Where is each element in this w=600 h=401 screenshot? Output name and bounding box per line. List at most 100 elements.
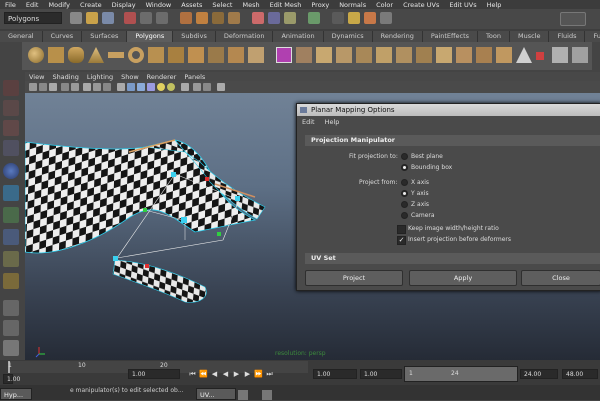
dialog-title-bar[interactable]: Planar Mapping Options [297,104,600,116]
menu-modify[interactable]: Modify [43,1,75,9]
range-start-field[interactable]: 1.00 [313,369,357,379]
best-plane-radio[interactable] [401,153,408,160]
last-tool-used-icon[interactable] [3,273,19,289]
tab-animation[interactable]: Animation [273,31,324,42]
automatic-mapping-icon[interactable] [336,47,352,63]
menu-create[interactable]: Create [75,1,107,9]
image-plane-icon[interactable] [61,83,69,91]
tab-curves[interactable]: Curves [42,31,83,42]
face-mask-icon[interactable] [212,12,224,24]
input-line-field[interactable] [560,12,586,26]
ipr-render-icon[interactable] [364,12,376,24]
camera-radio[interactable] [401,212,408,219]
universal-manipulator-icon[interactable] [3,207,19,223]
new-scene-icon[interactable] [70,12,82,24]
edge-mask-icon[interactable] [196,12,208,24]
outliner-layout-icon[interactable] [3,340,19,356]
step-back-frame-icon[interactable]: ◀ [210,370,219,379]
scale-tool-icon[interactable] [3,185,19,201]
four-view-layout-icon[interactable] [3,320,19,336]
extrude-icon[interactable] [356,47,372,63]
select-by-hierarchy-icon[interactable] [124,12,136,24]
cylindrical-mapping-icon[interactable] [296,47,312,63]
apply-button[interactable]: Apply [409,270,517,286]
show-manipulator-icon[interactable] [3,251,19,267]
mesh-upper-surface[interactable] [25,139,257,254]
project-button[interactable]: Project [305,270,403,286]
step-forward-key-icon[interactable]: ⏩ [254,370,263,379]
snap-to-curve-icon[interactable] [268,12,280,24]
dialog-menu-help[interactable]: Help [320,117,345,127]
grid-icon[interactable] [71,83,79,91]
hud-icon[interactable] [217,83,225,91]
go-to-start-icon[interactable]: ⏮ [188,370,197,379]
shadows-icon[interactable] [167,83,175,91]
resolution-gate-icon[interactable] [93,83,101,91]
tab-painteffects[interactable]: PaintEffects [422,31,479,42]
range-inner-start-field[interactable]: 1.00 [360,369,402,379]
transfer-attributes-icon[interactable] [572,47,588,63]
bridge-icon[interactable] [376,47,392,63]
rotate-tool-icon[interactable] [3,163,19,179]
menu-display[interactable]: Display [107,1,141,9]
menu-edit-mesh[interactable]: Edit Mesh [265,1,307,9]
poly-sphere-icon[interactable] [28,47,44,63]
dialog-menu-edit[interactable]: Edit [297,117,320,127]
poly-cone-icon[interactable] [88,47,104,63]
tab-fluids[interactable]: Fluids [549,31,586,42]
tab-deformation[interactable]: Deformation [215,31,274,42]
menu-mesh[interactable]: Mesh [237,1,264,9]
uv-editor-icon[interactable] [552,47,568,63]
offset-edge-loop-icon[interactable] [456,47,472,63]
play-forwards-icon[interactable]: ▶ [232,370,241,379]
snap-to-grid-icon[interactable] [252,12,264,24]
poly-cylinder-icon[interactable] [68,47,84,63]
wireframe-on-shaded-icon[interactable] [137,83,145,91]
render-current-frame-icon[interactable] [348,12,360,24]
combine-icon[interactable] [188,47,204,63]
taskbar-uv-editor[interactable]: UV... [196,388,236,400]
menu-set-dropdown[interactable]: Polygons [4,12,62,24]
max-time-field[interactable]: 48.00 [562,369,598,379]
menu-normals[interactable]: Normals [334,1,371,9]
close-button[interactable]: Close [521,270,600,286]
insert-projection-checkbox[interactable]: ✓ [397,236,406,245]
tab-general[interactable]: General [0,31,43,42]
snap-to-point-icon[interactable] [284,12,296,24]
select-camera-icon[interactable] [29,83,37,91]
viewport-menu-panels[interactable]: Panels [180,73,209,81]
lasso-tool-icon[interactable] [3,100,19,116]
move-tool-icon[interactable] [3,140,19,156]
start-frame-field[interactable]: 1.00 [3,374,20,384]
menu-select[interactable]: Select [207,1,237,9]
smooth-icon[interactable] [248,47,264,63]
taskbar-hypershade[interactable]: Hyp... [0,388,32,400]
viewport-menu-renderer[interactable]: Renderer [143,73,181,81]
tab-fur[interactable]: Fur [585,31,600,42]
tab-rendering[interactable]: Rendering [372,31,423,42]
vertex-mask-icon[interactable] [180,12,192,24]
tab-muscle[interactable]: Muscle [509,31,550,42]
x-axis-radio[interactable] [401,179,408,186]
camera-attributes-icon[interactable] [39,83,47,91]
uv-set-header[interactable]: UV Set [305,253,600,264]
xray-joints-icon[interactable] [203,83,211,91]
keep-ratio-checkbox[interactable] [397,225,406,234]
go-to-end-icon[interactable]: ⏭ [265,370,274,379]
spherical-mapping-icon[interactable] [316,47,332,63]
history-icon[interactable] [308,12,320,24]
menu-help[interactable]: Help [482,1,507,9]
film-gate-icon[interactable] [83,83,91,91]
window-control-icon[interactable] [238,390,248,400]
poly-prism-icon[interactable] [148,47,164,63]
tab-surfaces[interactable]: Surfaces [82,31,128,42]
menu-file[interactable]: File [0,1,21,9]
menu-create-uvs[interactable]: Create UVs [398,1,444,9]
select-by-component-icon[interactable] [156,12,168,24]
insert-edge-loop-icon[interactable] [436,47,452,63]
save-scene-icon[interactable] [102,12,114,24]
split-polygon-icon[interactable] [416,47,432,63]
tab-polygons[interactable]: Polygons [127,31,174,42]
play-backwards-icon[interactable]: ◀ [221,370,230,379]
gate-mask-icon[interactable] [103,83,111,91]
